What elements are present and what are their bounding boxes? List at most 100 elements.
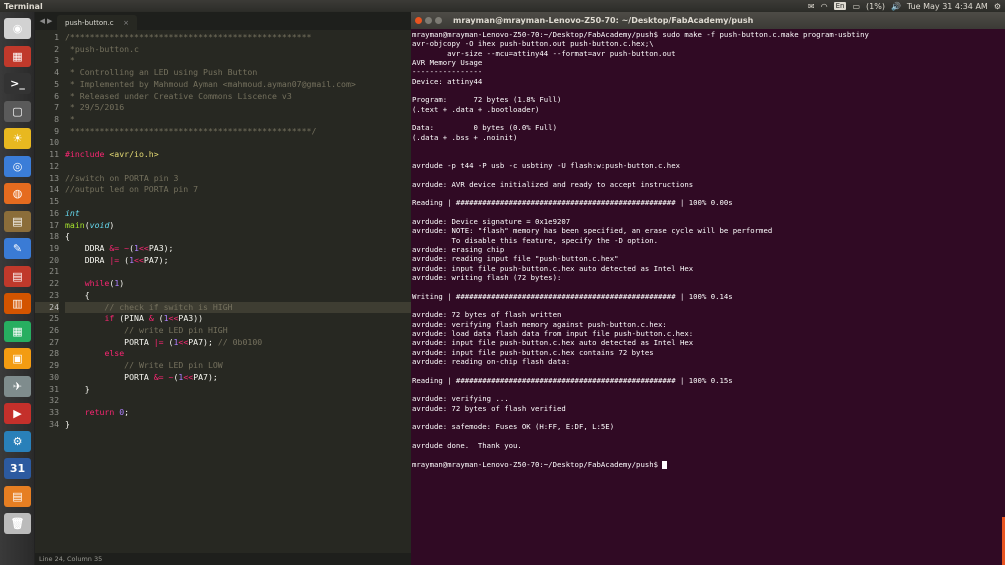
workspace-icon[interactable]: ▢ xyxy=(4,100,31,122)
code-line: main(void) xyxy=(65,219,115,230)
code-line: if (PINA & (1<<PA3)) xyxy=(104,313,204,324)
gear-icon[interactable]: ⚙ xyxy=(994,2,1001,11)
terminal-prompt-line[interactable]: mrayman@mrayman-Lenovo-Z50-70:~/Desktop/… xyxy=(412,460,1003,469)
code-editor: ◀ ▶ push-button.c × 1 2 3 4 5 6 7 8 9 10 11 12 13 14 15… xyxy=(35,12,411,565)
close-window-icon[interactable] xyxy=(415,17,422,24)
code-line: int xyxy=(65,207,80,218)
terminal-line: avr-size --mcu=attiny44 --format=avr pus… xyxy=(412,48,676,58)
tools-icon[interactable]: ✈ xyxy=(4,375,31,397)
calendar-icon[interactable]: 31 xyxy=(4,458,31,479)
line-number: 20 xyxy=(49,254,59,265)
archive-icon[interactable]: ▤ xyxy=(4,485,31,507)
terminal-title: mrayman@mrayman-Lenovo-Z50-70: ~/Desktop… xyxy=(453,16,754,25)
terminal-titlebar[interactable]: mrayman@mrayman-Lenovo-Z50-70: ~/Desktop… xyxy=(411,12,1005,29)
calc-icon[interactable]: ▦ xyxy=(4,320,31,342)
chevron-right-icon[interactable]: ▶ xyxy=(47,17,52,25)
terminal-line: avrdude: 72 bytes of flash written xyxy=(412,310,562,320)
line-number: 4 xyxy=(54,67,59,78)
terminal-line: (.text + .data + .bootloader) xyxy=(412,104,540,114)
system-tray: ✉ ◠ En ▭ (1%) 🔊 Tue May 31 4:34 AM ⚙ xyxy=(808,2,1001,11)
line-number: 18 xyxy=(49,231,59,242)
terminal-line: mrayman@mrayman-Lenovo-Z50-70:~/Desktop/… xyxy=(412,30,869,39)
code-line: return 0; xyxy=(84,407,130,417)
clock[interactable]: Tue May 31 4:34 AM xyxy=(907,2,988,11)
presentation-icon[interactable]: ▥ xyxy=(4,293,31,314)
line-number: 19 xyxy=(49,242,59,253)
line-number: 17 xyxy=(49,219,59,230)
code-area[interactable]: /***************************************… xyxy=(65,32,411,430)
line-number: 30 xyxy=(49,371,59,382)
line-number: 31 xyxy=(49,383,59,394)
office-icon[interactable]: ▤ xyxy=(4,265,31,287)
chrome-icon[interactable]: ◎ xyxy=(4,155,31,177)
code-line: * Controlling an LED using Push Button xyxy=(65,67,258,78)
battery-icon[interactable]: ▭ xyxy=(852,2,860,11)
settings-icon[interactable]: ⚙ xyxy=(4,430,31,452)
tab-nav-arrows[interactable]: ◀ ▶ xyxy=(35,12,57,30)
terminal-window: mrayman@mrayman-Lenovo-Z50-70: ~/Desktop… xyxy=(411,12,1005,565)
line-number: 3 xyxy=(54,55,59,66)
line-number: 15 xyxy=(49,196,59,207)
terminal-line: ---------------- xyxy=(412,67,483,77)
text-editor-icon[interactable]: ✎ xyxy=(4,238,31,259)
code-line: PORTA |= (1<<PA7); // 0b0100 xyxy=(65,336,263,347)
code-line: // write LED pin HIGH xyxy=(65,324,228,335)
chevron-left-icon[interactable]: ◀ xyxy=(40,17,45,25)
terminal-icon[interactable]: >_ xyxy=(4,73,31,94)
terminal-line: avrdude: AVR device initialized and read… xyxy=(412,179,694,189)
ubuntu-dash-icon[interactable]: ◉ xyxy=(4,18,31,39)
line-number: 33 xyxy=(49,407,59,417)
terminal-line: avrdude: load data flash data from input… xyxy=(412,329,694,338)
code-line: // check if switch is HIGH xyxy=(65,301,411,314)
terminal-line: Reading | ##############################… xyxy=(412,198,733,208)
line-number: 5 xyxy=(54,78,59,89)
code-line: * xyxy=(65,114,75,125)
firefox-icon[interactable]: ◍ xyxy=(4,183,31,204)
line-number: 12 xyxy=(49,160,59,171)
tab-push-button-c[interactable]: push-button.c × xyxy=(57,15,137,30)
volume-icon[interactable]: 🔊 xyxy=(891,2,901,11)
terminal-output[interactable]: mrayman@mrayman-Lenovo-Z50-70:~/Desktop/… xyxy=(411,29,1005,469)
trash-icon[interactable]: 🗑 xyxy=(4,513,31,534)
line-number: 28 xyxy=(49,348,59,359)
code-line: * Released under Creative Commons Liscen… xyxy=(65,90,292,101)
line-number: 34 xyxy=(49,418,59,429)
terminal-line: avrdude -p t44 -P usb -c usbtiny -U flas… xyxy=(412,160,680,170)
mail-icon[interactable]: ✉ xyxy=(808,2,815,11)
lightbulb-icon[interactable]: ☀ xyxy=(4,128,31,149)
battery-percent: (1%) xyxy=(866,1,885,11)
terminal-line: avrdude: verifying ... xyxy=(412,394,509,404)
code-line: *push-button.c xyxy=(65,43,139,54)
code-line: DDRA &= ~(1<<PA3); xyxy=(65,242,174,253)
image-icon[interactable]: ▣ xyxy=(4,348,31,369)
code-line: PORTA &= ~(1<<PA7); xyxy=(65,371,218,382)
line-number: 9 xyxy=(54,125,59,136)
close-icon[interactable]: × xyxy=(123,19,129,27)
code-line: /***************************************… xyxy=(65,32,312,42)
keyboard-layout-indicator[interactable]: En xyxy=(833,2,847,10)
line-number: 2 xyxy=(54,43,59,54)
code-line: { xyxy=(65,289,90,300)
minimize-window-icon[interactable] xyxy=(425,17,432,24)
app-title: Terminal xyxy=(4,1,43,11)
software-icon[interactable]: ▦ xyxy=(4,45,31,67)
terminal-line: avr-objcopy -O ihex push-button.out push… xyxy=(412,39,654,49)
line-number: 29 xyxy=(49,360,59,371)
line-number: 13 xyxy=(49,172,59,183)
wifi-icon[interactable]: ◠ xyxy=(821,2,828,11)
tab-label: push-button.c xyxy=(65,18,114,27)
maximize-window-icon[interactable] xyxy=(435,17,442,24)
terminal-line: avrdude: input file push-button.c.hex co… xyxy=(412,347,654,357)
status-bar: Line 24, Column 35 xyxy=(35,553,411,565)
files-icon[interactable]: ▤ xyxy=(4,210,31,232)
terminal-line: Data: 0 bytes (0.0% Full) xyxy=(412,123,557,133)
line-number: 32 xyxy=(49,395,59,406)
youtube-icon[interactable]: ▶ xyxy=(4,403,31,424)
